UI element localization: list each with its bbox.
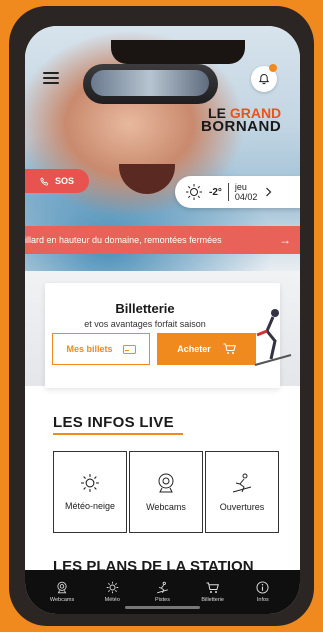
- phone-icon: [40, 176, 49, 186]
- weather-day: jeu: [234, 182, 247, 192]
- webcam-icon: [158, 473, 174, 493]
- cart-icon: [223, 343, 236, 354]
- tab-label: Infos: [256, 597, 269, 603]
- my-tickets-label: Mes billets: [66, 344, 113, 354]
- tab-label: Webcams: [49, 597, 75, 603]
- tab-infos[interactable]: Infos: [242, 581, 284, 603]
- tab-pistes[interactable]: Pistes: [141, 581, 183, 603]
- ticket-card-icon: [122, 344, 136, 354]
- sun-icon: [81, 474, 99, 492]
- tile-label: Météo-neige: [64, 501, 116, 511]
- tile-webcams[interactable]: Webcams: [129, 451, 203, 533]
- sun-icon: [106, 581, 119, 594]
- skier-icon: [232, 473, 252, 493]
- billetterie-title: Billetterie: [115, 301, 175, 316]
- tile-label: Webcams: [146, 502, 186, 512]
- webcam-icon: [57, 581, 67, 594]
- banner-text: illard en hauteur du domaine, remontées …: [25, 235, 222, 245]
- sun-icon: [186, 184, 202, 200]
- mouth-shape: [119, 164, 175, 194]
- infos-live-title: LES INFOS LIVE: [53, 414, 174, 431]
- tile-ouvertures[interactable]: Ouvertures: [205, 451, 279, 533]
- goggles-shape: [83, 64, 218, 104]
- tile-label: Ouvertures: [219, 502, 265, 512]
- weather-widget[interactable]: -2° jeu 04/02: [175, 176, 300, 208]
- info-icon: [256, 581, 269, 594]
- weather-date-value: 04/02: [234, 192, 258, 202]
- sos-button[interactable]: SOS: [25, 169, 89, 193]
- tab-label: Météo: [104, 597, 120, 603]
- weather-date: jeu 04/02: [235, 182, 258, 202]
- skier-illustration: [254, 309, 292, 366]
- chevron-right-icon: [266, 187, 272, 197]
- info-banner[interactable]: illard en hauteur du domaine, remontées …: [25, 226, 300, 254]
- tab-webcams[interactable]: Webcams: [41, 581, 83, 603]
- billetterie-subtitle: et vos avantages forfait saison: [84, 319, 206, 329]
- arrow-right-icon: →: [279, 233, 291, 247]
- infos-live-underline: [53, 433, 183, 435]
- weather-divider: [227, 183, 229, 201]
- phone-frame: LE GRAND BORNAND SOS -2° jeu 04/02 illar…: [9, 6, 314, 626]
- tab-label: Billetterie: [201, 596, 224, 603]
- menu-icon[interactable]: [43, 72, 59, 84]
- buy-label: Acheter: [177, 344, 211, 354]
- logo-text-bornand: BORNAND: [201, 118, 282, 135]
- tab-meteo[interactable]: Météo: [91, 581, 133, 603]
- my-tickets-button[interactable]: Mes billets: [52, 333, 150, 365]
- sos-label: SOS: [54, 176, 74, 186]
- weather-temperature: -2°: [209, 186, 222, 198]
- tile-meteo-neige[interactable]: Météo-neige: [53, 451, 127, 533]
- app-screen: LE GRAND BORNAND SOS -2° jeu 04/02 illar…: [25, 26, 300, 614]
- skier-icon: [157, 581, 168, 594]
- tab-label: Pistes: [154, 597, 170, 603]
- tab-billetterie[interactable]: Billetterie: [192, 582, 234, 603]
- station-logo: LE GRAND BORNAND: [201, 106, 281, 134]
- bell-icon: [258, 73, 270, 85]
- cart-icon: [206, 582, 220, 593]
- phone-notch: [111, 40, 245, 64]
- home-indicator: [125, 606, 200, 609]
- notification-dot: [269, 64, 277, 72]
